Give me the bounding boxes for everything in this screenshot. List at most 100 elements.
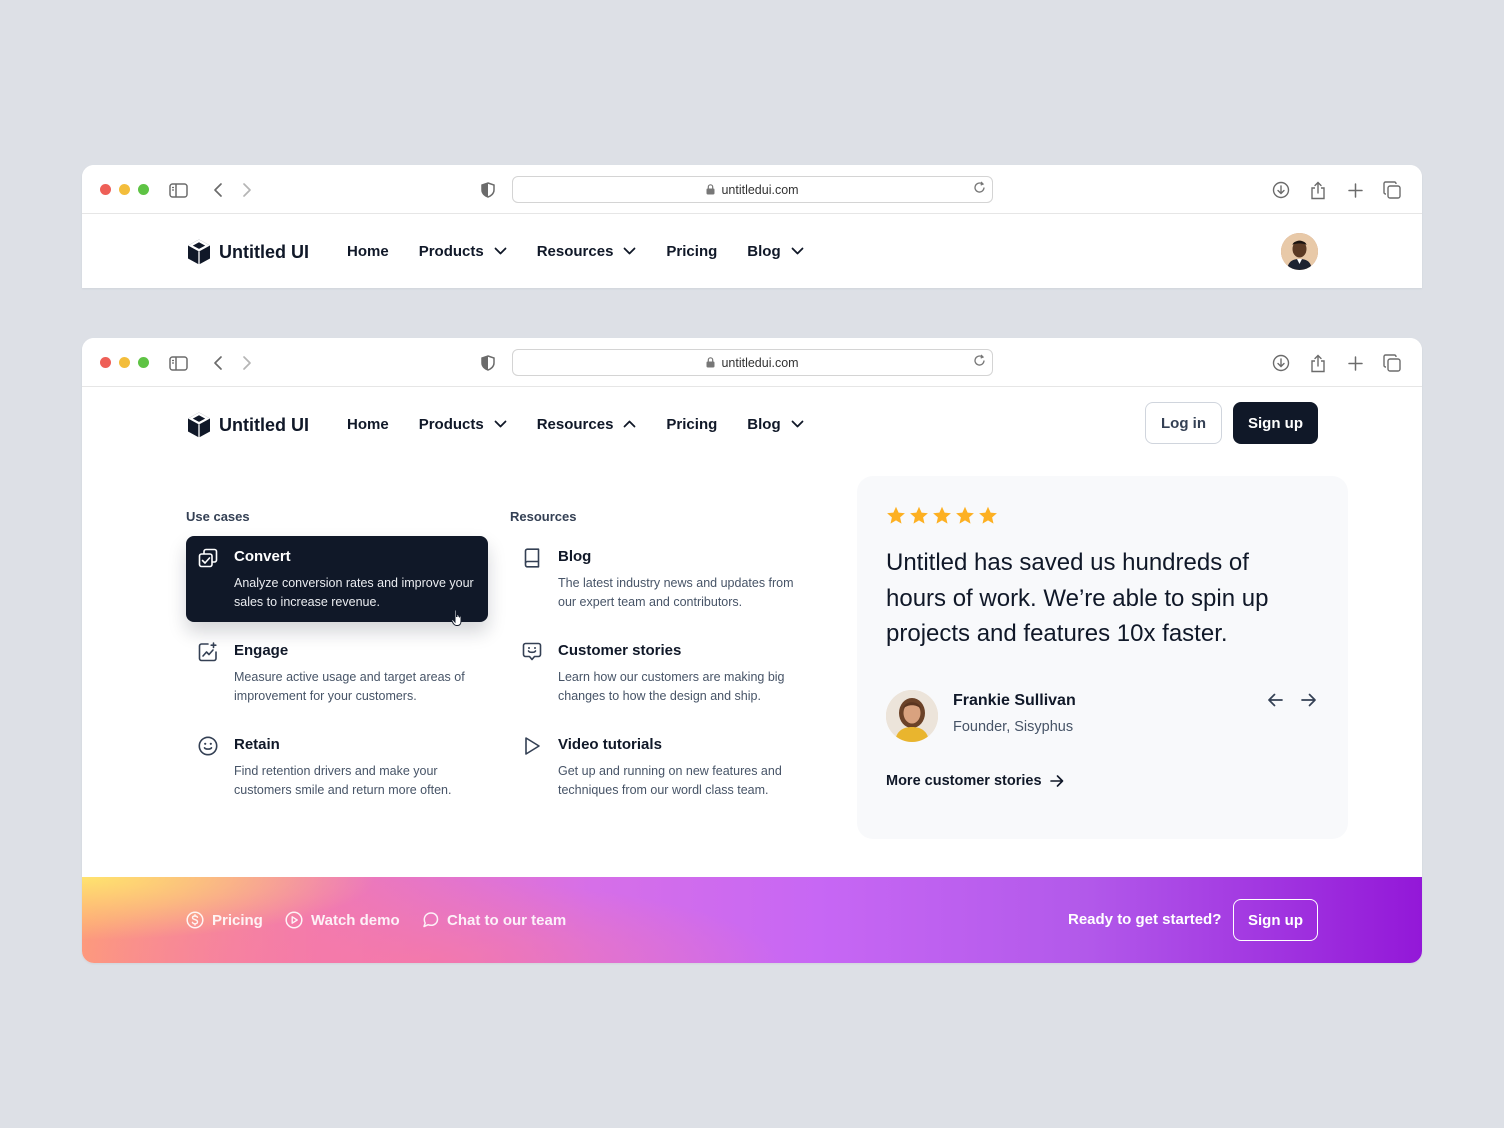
nav-pricing[interactable]: Pricing (666, 243, 717, 260)
resources-heading: Resources (510, 509, 577, 524)
close-window-button[interactable] (100, 357, 111, 368)
lock-icon (706, 184, 715, 195)
nav-blog[interactable]: Blog (747, 243, 804, 260)
menu-item-title: Retain (234, 736, 280, 753)
minimize-window-button[interactable] (119, 184, 130, 195)
play-icon (522, 736, 542, 756)
logo[interactable]: Untitled UI (186, 411, 309, 439)
reload-icon[interactable] (973, 354, 986, 370)
nav-pricing-label: Pricing (666, 415, 718, 433)
menu-item-description: Measure active usage and target areas of… (234, 670, 465, 703)
nav-home-label: Home (347, 242, 389, 260)
cta-footer-bar: Pricing Watch demo Chat to our team Read… (82, 877, 1422, 963)
browser-toolbar: untitledui.com (82, 165, 1422, 214)
menu-item-title: Customer stories (558, 642, 682, 659)
download-icon[interactable] (1271, 180, 1291, 200)
menu-item-title: Engage (234, 642, 289, 659)
menu-item-customer-stories[interactable]: Customer stories Learn how our customers… (510, 630, 812, 716)
nav-blog-label: Blog (747, 415, 781, 433)
menu-item-retain[interactable]: Retain Find retention drivers and make y… (186, 724, 488, 810)
footer-link-chat[interactable]: Chat to our team (421, 911, 566, 929)
maximize-window-button[interactable] (138, 357, 149, 368)
footer-signup-button[interactable]: Sign up (1233, 899, 1318, 941)
footer-link-pricing[interactable]: Pricing (186, 911, 263, 929)
shield-icon[interactable] (478, 353, 498, 373)
menu-item-video-tutorials[interactable]: Video tutorials Get up and running on ne… (510, 724, 812, 810)
nav-resources-label: Resources (536, 242, 614, 260)
back-icon[interactable] (208, 353, 228, 373)
shield-icon[interactable] (478, 180, 498, 200)
menu-item-title: Video tutorials (558, 736, 662, 753)
main-nav: Home Products Resources Pricing Blog (347, 214, 834, 288)
download-icon[interactable] (1271, 353, 1291, 373)
tabs-overview-icon[interactable] (1382, 353, 1402, 373)
menu-item-description: Learn how our customers are making big c… (558, 670, 785, 703)
url-text: untitledui.com (721, 182, 799, 197)
logo-text: Untitled UI (219, 241, 309, 262)
star-icon (887, 506, 905, 524)
chevron-down-icon (624, 247, 636, 255)
arrow-right-icon (1049, 775, 1063, 787)
arrow-left-icon[interactable] (1263, 688, 1287, 712)
menu-item-blog[interactable]: Blog The latest industry news and update… (510, 536, 812, 622)
footer-link-label: Watch demo (311, 911, 400, 929)
reviewer-role: Founder, Sisyphus (953, 719, 1074, 735)
reload-icon[interactable] (973, 181, 986, 197)
footer-cta-text: Ready to get started? (1068, 911, 1222, 928)
forward-icon[interactable] (237, 180, 257, 200)
sidebar-toggle-icon[interactable] (168, 180, 188, 200)
menu-item-convert[interactable]: Convert Analyze conversion rates and imp… (186, 536, 488, 626)
chevron-down-icon (494, 247, 507, 255)
footer-link-label: Chat to our team (447, 911, 567, 929)
convert-icon (198, 548, 218, 568)
nav-products[interactable]: Products (419, 243, 507, 260)
nav-blog[interactable]: Blog (747, 415, 804, 433)
nav-products-label: Products (418, 242, 484, 260)
nav-pricing[interactable]: Pricing (666, 416, 717, 433)
reviewer-avatar (886, 690, 938, 742)
address-bar[interactable]: untitledui.com (512, 176, 993, 203)
forward-icon[interactable] (237, 353, 257, 373)
cube-logo-icon (188, 239, 210, 265)
menu-item-description: Analyze conversion rates and improve you… (234, 576, 474, 609)
star-rating (886, 506, 998, 525)
new-tab-icon[interactable] (1345, 180, 1365, 200)
share-icon[interactable] (1308, 353, 1328, 373)
arrow-right-icon[interactable] (1297, 688, 1321, 712)
nav-home[interactable]: Home (347, 416, 389, 433)
maximize-window-button[interactable] (138, 184, 149, 195)
nav-home-label: Home (347, 415, 389, 433)
play-circle-icon (285, 911, 303, 929)
user-avatar[interactable] (1281, 233, 1318, 270)
nav-products[interactable]: Products (419, 416, 507, 433)
site-header: Untitled UI Home Products Resources Pric… (82, 387, 1422, 461)
address-bar[interactable]: untitledui.com (512, 349, 993, 376)
share-icon[interactable] (1308, 180, 1328, 200)
signup-button[interactable]: Sign up (1233, 402, 1318, 444)
chevron-up-icon (624, 420, 636, 428)
logo[interactable]: Untitled UI (186, 238, 309, 266)
reviewer-name: Frankie Sullivan (953, 692, 1076, 709)
nav-home[interactable]: Home (347, 243, 389, 260)
back-icon[interactable] (208, 180, 228, 200)
chat-icon (423, 912, 439, 928)
footer-link-watch-demo[interactable]: Watch demo (285, 911, 400, 929)
sidebar-toggle-icon[interactable] (168, 353, 188, 373)
minimize-window-button[interactable] (119, 357, 130, 368)
chevron-down-icon (791, 247, 804, 255)
login-button[interactable]: Log in (1145, 402, 1222, 444)
chevron-down-icon (791, 420, 804, 428)
nav-resources[interactable]: Resources (537, 243, 637, 260)
menu-item-description: The latest industry news and updates fro… (558, 576, 794, 609)
more-link-label: More customer stories (886, 773, 1042, 789)
hand-cursor-icon (451, 609, 465, 632)
nav-resources[interactable]: Resources (537, 416, 637, 433)
menu-item-engage[interactable]: Engage Measure active usage and target a… (186, 630, 488, 716)
new-tab-icon[interactable] (1345, 353, 1365, 373)
logo-text: Untitled UI (219, 414, 309, 435)
tabs-overview-icon[interactable] (1382, 180, 1402, 200)
book-icon (522, 548, 542, 568)
close-window-button[interactable] (100, 184, 111, 195)
testimonial-card: Untitled has saved us hundreds of hours … (857, 476, 1348, 839)
more-customer-stories-link[interactable]: More customer stories (886, 773, 1064, 789)
